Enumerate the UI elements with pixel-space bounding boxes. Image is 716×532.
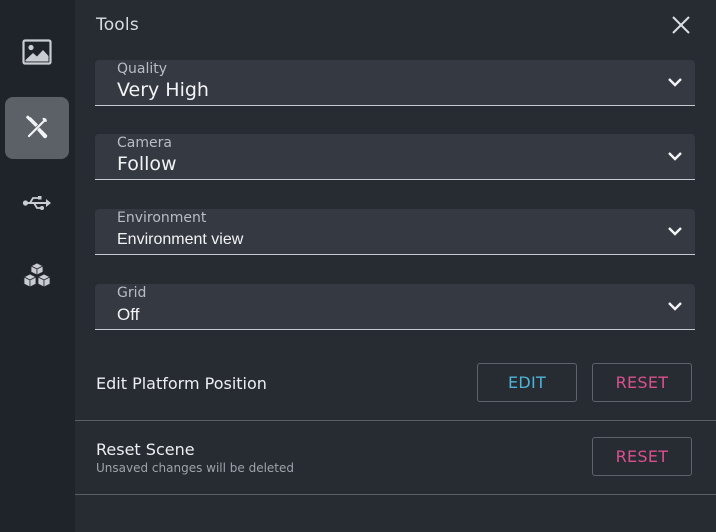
camera-label: Camera [117, 135, 172, 151]
quality-label: Quality [117, 61, 168, 77]
close-icon [672, 16, 690, 34]
quality-select[interactable]: Quality Very High [95, 60, 695, 106]
divider [75, 420, 716, 421]
reset-scene-sublabel: Unsaved changes will be deleted [96, 461, 295, 475]
camera-value: Follow [117, 153, 177, 175]
sidebar-item-cubes[interactable] [5, 246, 69, 308]
grid-label: Grid [117, 285, 147, 301]
camera-select[interactable]: Camera Follow [95, 134, 695, 180]
sidebar-item-tools[interactable] [5, 97, 69, 159]
tools-panel: Tools Quality Very High Camera Follow En… [75, 0, 716, 532]
sidebar-item-usb[interactable] [5, 172, 69, 234]
edit-platform-button[interactable]: EDIT [477, 363, 577, 402]
chevron-down-icon [668, 302, 682, 311]
grid-value: Off [117, 305, 140, 324]
divider [75, 494, 716, 495]
environment-value: Environment view [117, 231, 244, 248]
platform-position-label: Edit Platform Position [96, 374, 267, 393]
chevron-down-icon [668, 78, 682, 87]
sidebar-item-image[interactable] [5, 21, 69, 83]
tools-icon [26, 115, 48, 139]
chevron-down-icon [668, 152, 682, 161]
close-button[interactable] [670, 14, 692, 36]
sidebar [0, 0, 75, 532]
environment-label: Environment [117, 210, 207, 226]
panel-title: Tools [96, 15, 139, 35]
reset-platform-button[interactable]: RESET [592, 363, 692, 402]
quality-value: Very High [117, 79, 209, 101]
environment-select[interactable]: Environment Environment view [95, 209, 695, 255]
cubes-icon [23, 262, 51, 288]
chevron-down-icon [668, 227, 682, 236]
reset-scene-label: Reset Scene [96, 440, 195, 459]
reset-scene-button[interactable]: RESET [592, 437, 692, 476]
image-icon [22, 39, 52, 65]
app-window: Tools Quality Very High Camera Follow En… [0, 0, 716, 532]
grid-select[interactable]: Grid Off [95, 284, 695, 330]
usb-icon [22, 196, 51, 210]
